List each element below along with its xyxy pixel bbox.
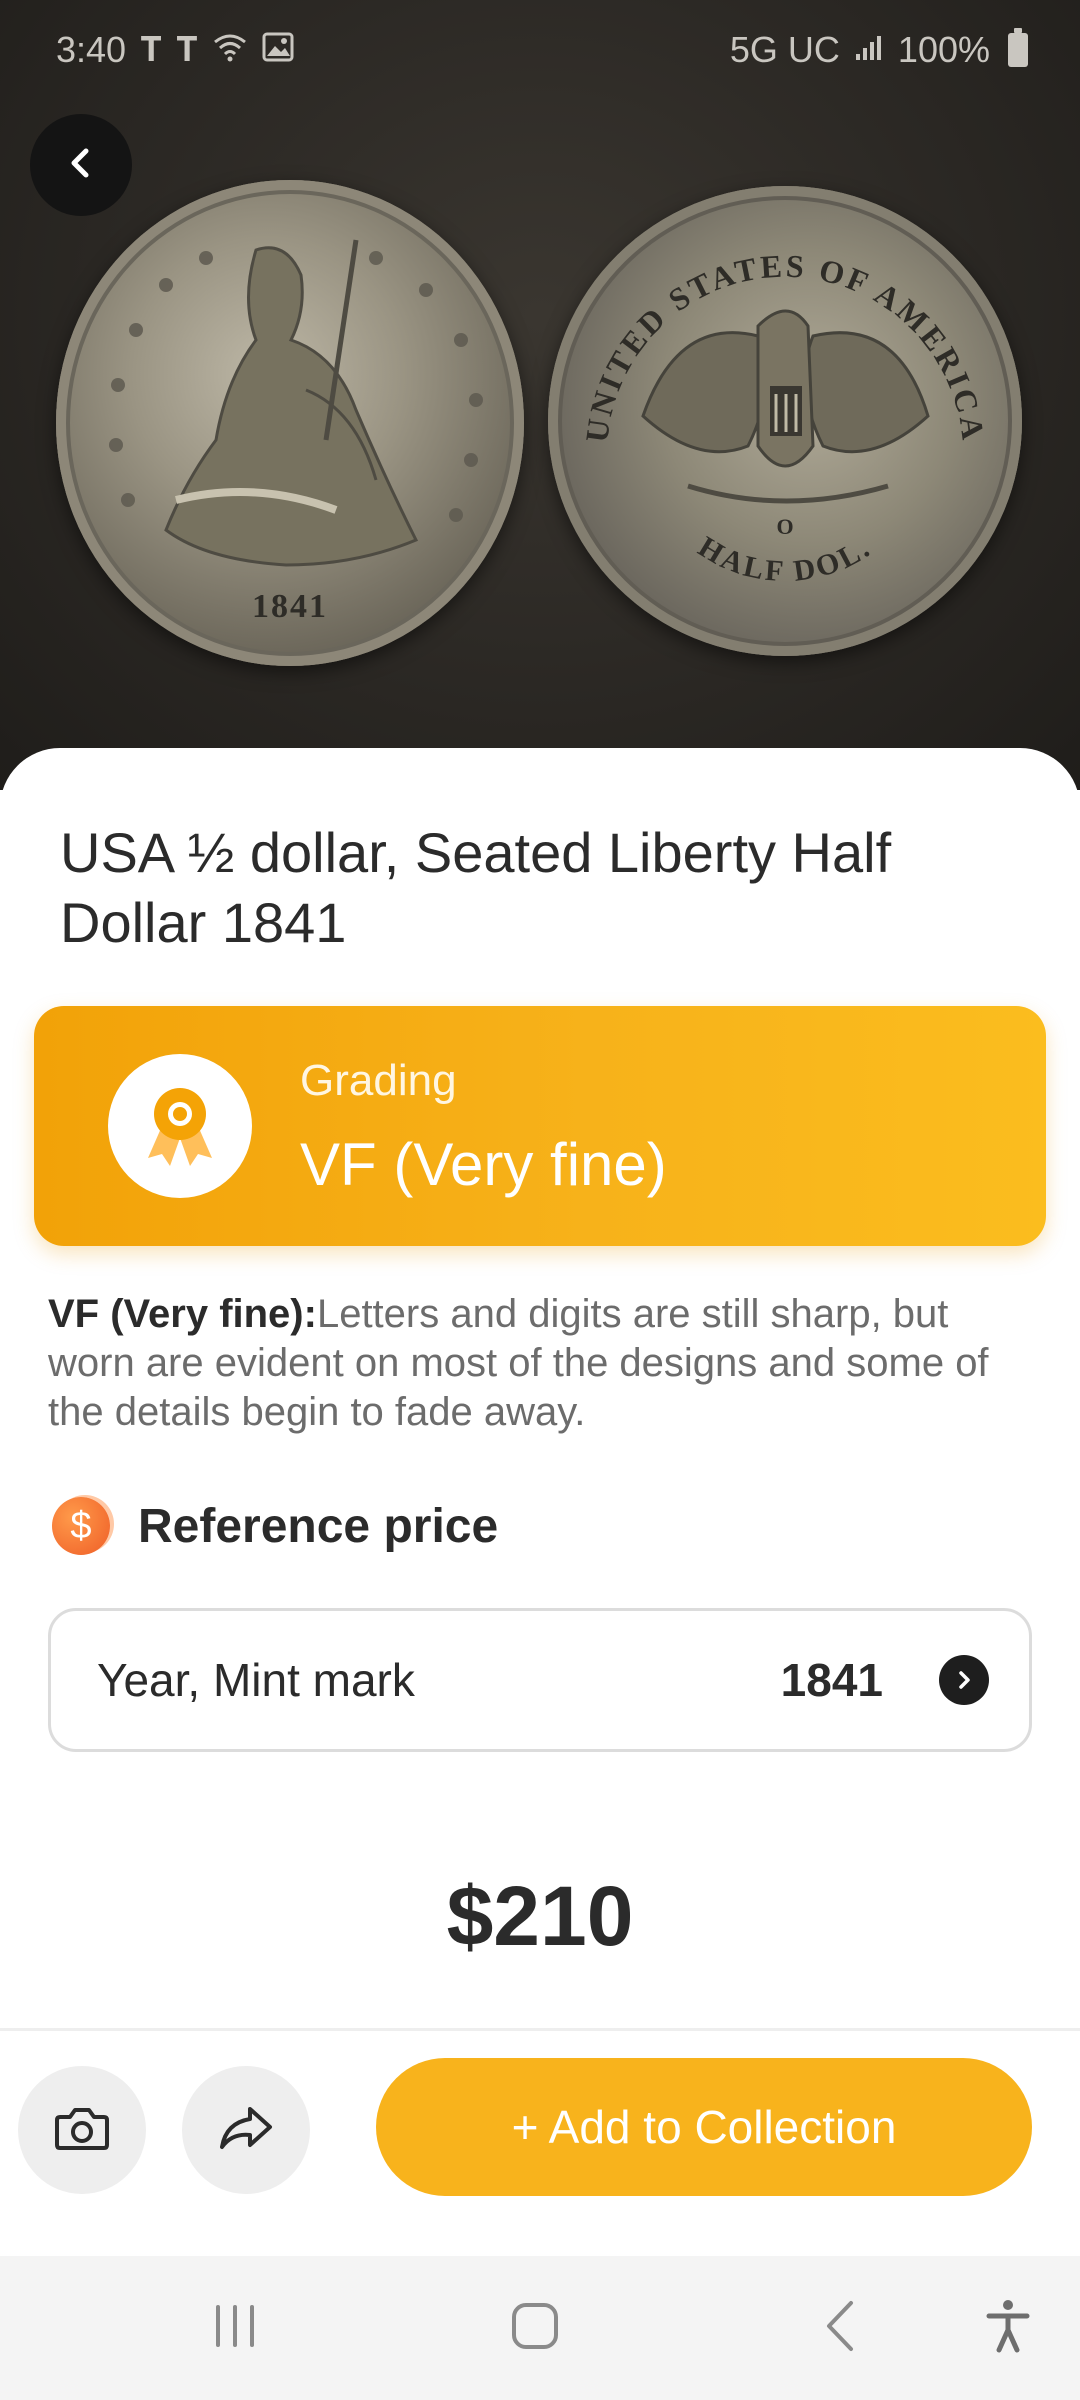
dollar-icon: $ (52, 1497, 110, 1555)
grading-card: Grading VF (Very fine) (34, 1006, 1046, 1246)
home-icon (510, 2301, 560, 2356)
year-mint-label: Year, Mint mark (97, 1654, 415, 1706)
coin-title: USA ½ dollar, Seated Liberty Half Dollar… (60, 821, 892, 954)
status-right: 5G UC 100% (729, 28, 1028, 71)
reference-price-title: Reference price (138, 1499, 499, 1553)
recents-icon (210, 2303, 260, 2354)
grading-description-term: VF (Very fine): (48, 1292, 317, 1336)
wifi-icon (212, 29, 248, 71)
nav-back-button[interactable] (786, 2256, 896, 2400)
carrier-icon: 𝐓 (140, 30, 162, 69)
share-icon (218, 2103, 274, 2158)
signal-icon (854, 29, 884, 71)
reference-price-header: $ Reference price (52, 1492, 498, 1560)
chevron-right-icon (939, 1655, 989, 1705)
system-nav-bar (0, 2256, 1080, 2400)
award-ribbon-icon (108, 1054, 252, 1198)
year-mint-selector[interactable]: Year, Mint mark 1841 (48, 1608, 1032, 1752)
network-label: 5G UC (729, 29, 840, 70)
coin-mint-mark: O (776, 514, 793, 539)
battery-icon (1008, 28, 1028, 67)
carrier-icon: 𝐓 (175, 30, 198, 69)
camera-button[interactable] (18, 2066, 146, 2194)
coin-obverse-image: 1841 (56, 180, 524, 666)
reference-price-value: $210 (446, 1869, 634, 1963)
back-arrow-icon (821, 2299, 861, 2358)
add-to-collection-button[interactable]: + Add to Collection (376, 2058, 1032, 2196)
share-button[interactable] (182, 2066, 310, 2194)
grading-value: VF (Very fine) (300, 1131, 667, 1198)
camera-icon (54, 2103, 110, 2158)
accessibility-icon (985, 2298, 1031, 2359)
coin-reverse-image: UNITED STATES OF AMERICA HALF DOL. O (548, 186, 1022, 656)
eagle-figure: UNITED STATES OF AMERICA HALF DOL. O (578, 247, 989, 588)
battery-label: 100% (897, 29, 990, 70)
bottom-bar-divider (0, 2028, 1080, 2031)
coin-image-hero: 3:40 𝐓 𝐓 5G UC 100% 1841 UNITED STATES O… (0, 0, 1080, 790)
status-bar: 3:40 𝐓 𝐓 5G UC 100% (0, 0, 1080, 100)
year-mint-value: 1841 (780, 1654, 883, 1706)
image-notification-icon (262, 29, 294, 71)
status-left: 3:40 𝐓 𝐓 (56, 29, 294, 71)
coin-year-text: 1841 (252, 588, 328, 625)
status-time: 3:40 (56, 29, 127, 70)
recents-button[interactable] (180, 2256, 290, 2400)
grading-description: VF (Very fine):Letters and digits are st… (48, 1290, 1038, 1437)
grading-label: Grading (300, 1056, 457, 1105)
accessibility-button[interactable] (958, 2256, 1058, 2400)
home-button[interactable] (480, 2256, 590, 2400)
